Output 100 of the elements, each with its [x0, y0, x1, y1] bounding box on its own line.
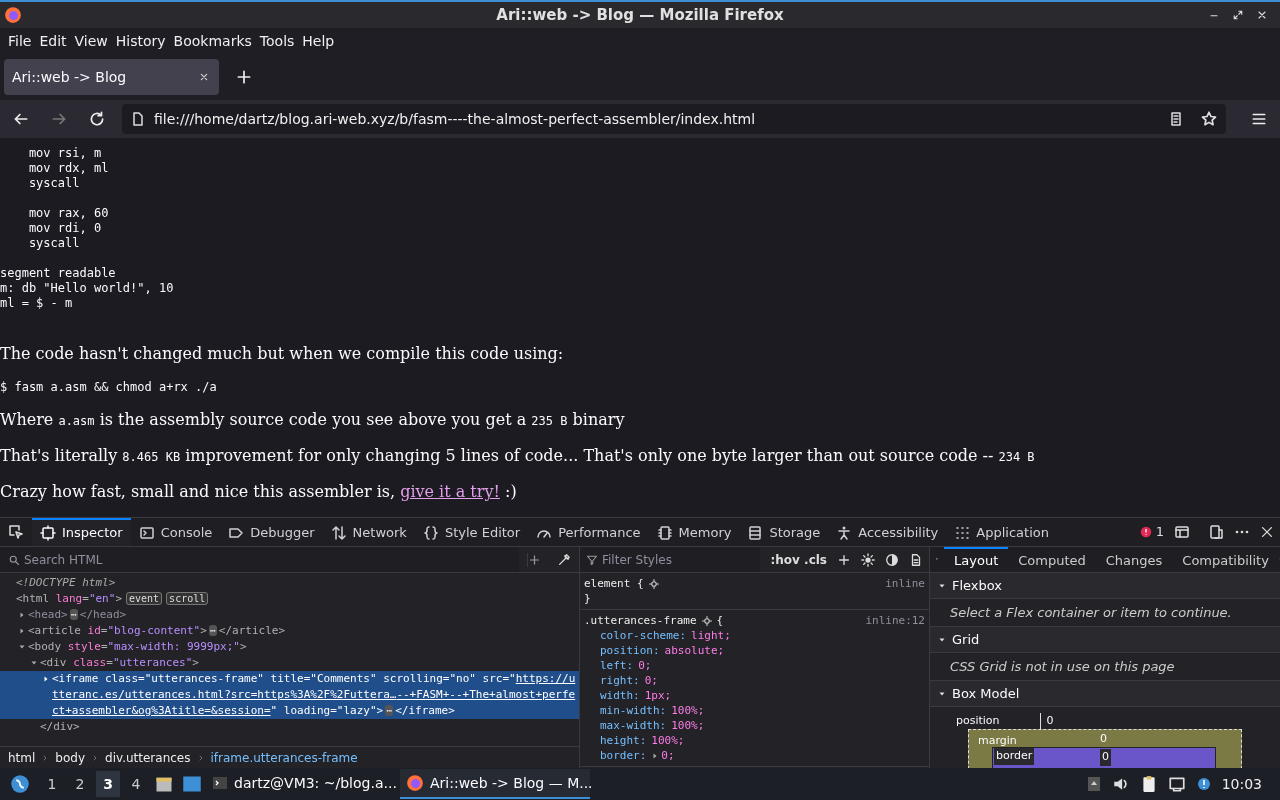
error-count[interactable]: 1	[1138, 522, 1164, 542]
collapsed-triangle-icon[interactable]	[42, 675, 50, 683]
css-value: 0;	[661, 748, 675, 763]
expanded-triangle-icon[interactable]	[18, 643, 26, 651]
devtools-tab[interactable]: Network	[322, 518, 415, 546]
css-property: min-width:	[600, 703, 667, 718]
link[interactable]: give it a try!	[400, 482, 500, 501]
sidebar-tab[interactable]: Changes	[1095, 547, 1173, 572]
css-value: light;	[691, 628, 731, 643]
section-header[interactable]: Grid	[930, 627, 1280, 653]
gear-icon[interactable]	[700, 614, 713, 627]
taskbar-task[interactable]: dartz@VM3: ~/blog.a...	[206, 769, 396, 799]
markup-node[interactable]: <!DOCTYPE html>	[16, 575, 116, 591]
breadcrumb[interactable]: html	[8, 748, 36, 767]
filter-field[interactable]: Filter Styles	[580, 547, 761, 572]
devtools-tab[interactable]: Console	[130, 518, 221, 546]
inspector-icon	[40, 525, 56, 541]
devtools-tab[interactable]: Memory	[648, 518, 740, 546]
code-line: syscall	[27, 236, 81, 251]
network-icon[interactable]	[1167, 775, 1186, 793]
browser-tab[interactable]: Ari::web -> Blog	[4, 59, 219, 95]
menu-item[interactable]: Help	[298, 30, 339, 52]
workspace-button[interactable]: 3	[96, 771, 120, 797]
star-icon[interactable]	[1200, 110, 1218, 128]
terminal-icon	[212, 775, 228, 791]
filter-icon	[586, 553, 598, 566]
reader-view-icon[interactable]	[1168, 111, 1184, 127]
search-input[interactable]: Search HTML	[24, 550, 511, 569]
devtools-tab[interactable]: Storage	[739, 518, 829, 546]
storage-icon	[747, 525, 764, 541]
page-icon	[130, 111, 146, 127]
window-title: Ari::web -> Blog — Mozilla Firefox	[496, 5, 784, 24]
close-icon[interactable]	[1256, 9, 1268, 21]
rule-source[interactable]: inline	[885, 576, 925, 591]
reload-icon[interactable]	[88, 110, 106, 128]
breadcrumb[interactable]: iframe.utterances-frame	[210, 748, 358, 767]
devtools-tab[interactable]: Accessibility	[828, 518, 947, 546]
devtools-tab[interactable]: Style Editor	[414, 518, 529, 546]
markup-node[interactable]: <html lang="en"> event scroll	[16, 591, 209, 607]
breadcrumb[interactable]: body	[55, 748, 86, 767]
filter-input[interactable]: Filter Styles	[602, 550, 752, 569]
eyedropper-icon[interactable]	[557, 552, 571, 567]
css-value: 1px;	[644, 688, 672, 703]
responsive-mode-icon[interactable]	[1208, 524, 1224, 540]
markup-node[interactable]: <article id="blog-content"> ⋯ </article>	[28, 623, 286, 639]
gear-icon[interactable]	[647, 577, 660, 590]
contrast-icon[interactable]	[885, 552, 899, 567]
restore-icon[interactable]	[1232, 9, 1244, 21]
menu-item[interactable]: History	[111, 30, 170, 52]
menu-item[interactable]: Edit	[35, 30, 71, 52]
section-header[interactable]: Box Model	[930, 681, 1280, 707]
new-tab-icon[interactable]	[235, 68, 253, 86]
document-icon[interactable]	[909, 552, 923, 567]
add-icon[interactable]	[527, 552, 541, 567]
css-property: width:	[600, 688, 640, 703]
markup-node[interactable]: <div class="utterances">	[40, 655, 199, 671]
workspace-button[interactable]: 4	[124, 771, 148, 797]
console-icon	[138, 525, 155, 541]
tab-title: Ari::web -> Blog	[12, 67, 128, 87]
brace: {	[716, 613, 724, 628]
firefox-logo-icon	[4, 6, 22, 24]
markup-node[interactable]: <body style="max-width: 9999px;">	[28, 639, 247, 655]
sidebar-tab[interactable]: Compatibility	[1172, 547, 1279, 572]
pseudo-class-toggle[interactable]: :hov .cls	[770, 550, 827, 569]
sidebar-tab[interactable]: Computed	[1008, 547, 1096, 572]
border-label: border	[994, 748, 1035, 765]
start-menu-icon[interactable]	[10, 774, 30, 794]
section-header[interactable]: Flexbox	[930, 573, 1280, 599]
css-selector: .utterances-frame	[584, 613, 697, 628]
menu-item[interactable]: Tools	[255, 30, 299, 52]
address-bar[interactable]: file:///home/dartz/blog.ari-web.xyz/b/fasm----the-almost-perfect-assembler/index.html	[122, 104, 1226, 134]
taskbar-task[interactable]: Ari::web -> Blog — M...	[400, 769, 590, 799]
markup-closing-tag: </div>	[40, 720, 80, 733]
devtools-tab[interactable]: Performance	[528, 518, 649, 546]
markup-node[interactable]: <head> ⋯ </head>	[28, 607, 127, 623]
sun-icon[interactable]	[861, 552, 875, 567]
breadcrumb[interactable]: div.utterances	[105, 748, 191, 767]
position-label: position	[956, 713, 1000, 729]
code-line: mov rdx, ml	[27, 161, 110, 176]
devtools-tab[interactable]: Debugger	[220, 518, 323, 546]
workspace-button[interactable]: 2	[68, 771, 92, 797]
add-icon[interactable]	[837, 552, 851, 567]
devtools-tab[interactable]: Application	[946, 518, 1057, 546]
eject-icon[interactable]	[1085, 775, 1102, 793]
menu-item[interactable]: Bookmarks	[169, 30, 256, 52]
devtools-tab[interactable]: Inspector	[32, 518, 131, 546]
search-field[interactable]: Search HTML	[0, 547, 519, 572]
menu-item[interactable]: View	[70, 30, 112, 52]
frame-select-icon[interactable]	[1174, 524, 1190, 540]
close-icon[interactable]	[1260, 525, 1274, 539]
expanded-triangle-icon[interactable]	[30, 659, 38, 667]
element-picker-icon[interactable]	[8, 524, 24, 540]
notification-icon[interactable]	[1195, 776, 1212, 792]
collapsed-triangle-icon[interactable]	[18, 627, 26, 635]
workspace-button[interactable]: 1	[40, 771, 64, 797]
menu-item[interactable]: File	[4, 30, 36, 52]
rule-source[interactable]: inline:12	[865, 613, 925, 628]
desktop-icon[interactable]	[182, 774, 202, 794]
css-value: 0;	[638, 658, 652, 673]
collapsed-triangle-icon[interactable]	[18, 611, 26, 619]
